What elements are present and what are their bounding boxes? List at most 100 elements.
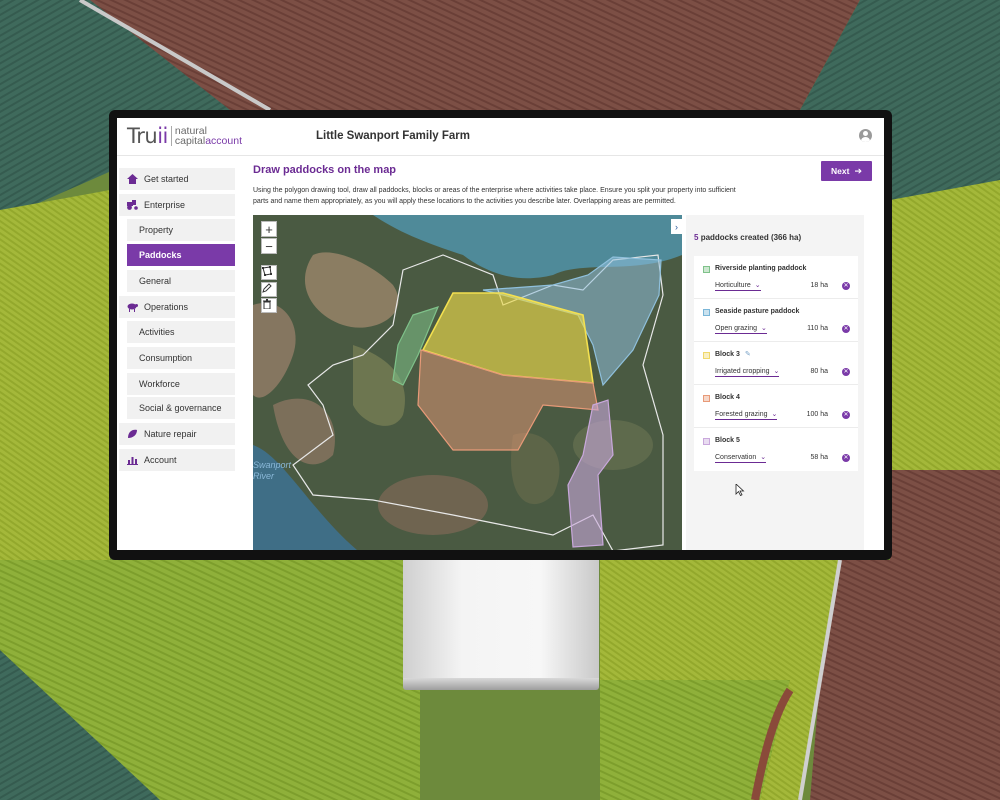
- sidebar-item-label: Activities: [139, 327, 175, 337]
- sidebar-item-operations[interactable]: Operations: [119, 296, 235, 318]
- paddock-row[interactable]: Block 3 ✎ Irrigated cropping ⌄ 80 ha ✕: [694, 342, 858, 496]
- paddock-row[interactable]: Riverside planting paddock Horticulture ⌄ 1…: [694, 256, 858, 299]
- sidebar-item-workforce[interactable]: Workforce: [127, 373, 235, 395]
- river-label-line1: Swanport: [253, 460, 292, 470]
- paddock-summary-text: paddocks created (366 ha): [700, 233, 802, 242]
- monitor-bezel: Truii natural capitalaccount Little Swan…: [109, 110, 892, 560]
- sidebar-item-social-governance[interactable]: Social & governance: [127, 397, 235, 419]
- paddock-area: 100 ha: [806, 411, 828, 418]
- sidebar-item-label: Get started: [144, 174, 189, 184]
- sidebar-item-enterprise[interactable]: Enterprise: [119, 194, 235, 216]
- remove-paddock-icon[interactable]: ✕: [842, 454, 850, 462]
- main-content: Draw paddocks on the map Next ➔ Using th…: [253, 156, 884, 550]
- chevron-down-icon: ⌄: [773, 368, 780, 375]
- top-bar: Truii natural capitalaccount Little Swan…: [117, 118, 884, 156]
- remove-paddock-icon[interactable]: ✕: [842, 411, 850, 419]
- tractor-icon: [127, 200, 138, 210]
- edit-name-icon[interactable]: ✎: [745, 350, 751, 358]
- satellite-imagery: [253, 215, 682, 550]
- sidebar-item-label: Account: [144, 455, 177, 465]
- user-avatar-icon[interactable]: [859, 129, 872, 142]
- chevron-down-icon: ⌄: [754, 282, 761, 289]
- paddock-type-dropdown[interactable]: Conservation ⌄: [715, 453, 767, 463]
- monitor-stand-base: [403, 678, 599, 690]
- instructions-text: Using the polygon drawing tool, draw all…: [253, 187, 736, 205]
- paddock-count: 5: [694, 233, 699, 242]
- paddock-type-value: Conservation: [715, 454, 757, 461]
- remove-paddock-icon[interactable]: ✕: [842, 282, 850, 290]
- leaf-icon: [127, 429, 138, 439]
- app-screen: Truii natural capitalaccount Little Swan…: [117, 118, 884, 550]
- paddock-area: 58 ha: [810, 454, 828, 461]
- paddock-name[interactable]: Seaside pasture paddock: [715, 308, 799, 315]
- polygon-draw-icon[interactable]: [261, 265, 277, 280]
- house-icon: [127, 174, 138, 184]
- mouse-cursor-icon: [735, 484, 745, 496]
- next-button[interactable]: Next ➔: [821, 161, 872, 181]
- logo-brand: Truii: [127, 124, 168, 148]
- paddock-color-swatch: [703, 352, 710, 359]
- sidebar-nav: Get started Enterprise Property Paddocks…: [117, 156, 247, 550]
- sidebar-item-account[interactable]: Account: [119, 449, 235, 471]
- farm-title: Little Swanport Family Farm: [316, 130, 470, 142]
- paddock-list-panel: 5 paddocks created (366 ha) Riverside pl…: [686, 215, 864, 550]
- chart-icon: [127, 455, 138, 465]
- paddock-type-value: Open grazing: [715, 325, 758, 332]
- chevron-down-icon: ⌄: [761, 325, 767, 332]
- sidebar-item-label: Workforce: [139, 379, 180, 389]
- paddock-name[interactable]: Block 5: [715, 437, 740, 444]
- paddock-name[interactable]: Block 3: [715, 351, 740, 358]
- zoom-in-button[interactable]: +: [261, 221, 277, 237]
- river-map-label: Swanport River: [253, 460, 291, 482]
- paddock-name[interactable]: Block 4: [715, 394, 740, 401]
- sheep-icon: [127, 302, 138, 312]
- chevron-right-icon[interactable]: ›: [671, 219, 682, 234]
- paddock-row[interactable]: Block 4 Forested grazing ⌄ 100 ha ✕: [694, 385, 858, 428]
- sidebar-item-label: Consumption: [139, 353, 193, 363]
- sidebar-item-nature-repair[interactable]: Nature repair: [119, 423, 235, 445]
- paddock-type-dropdown[interactable]: Open grazing ⌄: [715, 324, 767, 334]
- sidebar-item-label: Operations: [144, 302, 189, 312]
- sidebar-item-general[interactable]: General: [127, 270, 235, 292]
- monitor-stand: [403, 560, 599, 682]
- paddock-type-value: Horticulture: [715, 282, 751, 289]
- zoom-out-button[interactable]: −: [261, 238, 277, 254]
- paddock-color-swatch: [703, 395, 710, 402]
- trash-delete-icon[interactable]: [261, 298, 277, 313]
- paddock-map[interactable]: + − Swanport River ›: [253, 215, 682, 550]
- sidebar-item-paddocks[interactable]: Paddocks: [127, 244, 235, 266]
- remove-paddock-icon[interactable]: ✕: [842, 325, 850, 333]
- arrow-right-icon: ➔: [854, 165, 862, 176]
- paddock-row[interactable]: Block 5 Conservation ⌄ 58 ha ✕: [694, 428, 858, 471]
- paddock-area: 110 ha: [807, 325, 828, 332]
- sidebar-item-label: Paddocks: [139, 250, 182, 260]
- paddock-summary: 5 paddocks created (366 ha): [694, 233, 801, 242]
- logo-tagline: natural capitalaccount: [170, 126, 242, 147]
- remove-paddock-icon[interactable]: ✕: [842, 368, 850, 376]
- sidebar-item-activities[interactable]: Activities: [127, 321, 235, 343]
- paddock-color-swatch: [703, 309, 710, 316]
- sidebar-item-label: Nature repair: [144, 429, 197, 439]
- paddock-type-dropdown[interactable]: Forested grazing ⌄: [715, 410, 778, 420]
- truii-logo[interactable]: Truii natural capitalaccount: [127, 124, 242, 148]
- paddock-list: Riverside planting paddock Horticulture ⌄ 1…: [694, 256, 858, 496]
- pencil-edit-icon[interactable]: [261, 282, 277, 297]
- logo-line-account: account: [205, 135, 242, 147]
- sidebar-item-label: Social & governance: [139, 403, 222, 413]
- logo-line-capital: capital: [174, 135, 206, 147]
- paddock-type-value: Irrigated cropping: [715, 368, 770, 375]
- paddock-area: 80 ha: [810, 368, 828, 375]
- sidebar-item-property[interactable]: Property: [127, 219, 235, 241]
- paddock-type-value: Forested grazing: [715, 411, 768, 418]
- next-button-label: Next: [831, 166, 850, 176]
- sidebar-item-consumption[interactable]: Consumption: [127, 347, 235, 369]
- sidebar-item-get-started[interactable]: Get started: [119, 168, 235, 190]
- river-label-line2: River: [253, 471, 275, 481]
- paddock-name[interactable]: Riverside planting paddock: [715, 265, 806, 272]
- paddock-area: 18 ha: [810, 282, 828, 289]
- paddock-type-dropdown[interactable]: Horticulture ⌄: [715, 281, 761, 291]
- paddock-type-dropdown[interactable]: Irrigated cropping ⌄: [715, 367, 780, 377]
- sidebar-item-label: Enterprise: [144, 200, 186, 210]
- chevron-down-icon: ⌄: [760, 454, 767, 461]
- paddock-row[interactable]: Seaside pasture paddock Open grazing ⌄ 110 …: [694, 299, 858, 342]
